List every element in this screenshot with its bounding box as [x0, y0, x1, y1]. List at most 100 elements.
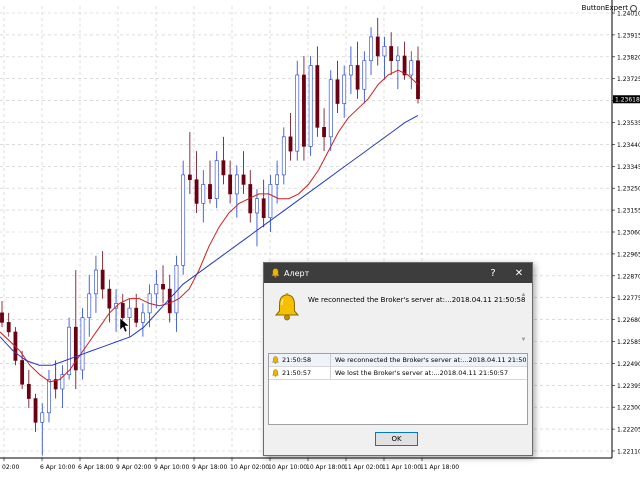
- price-tick-label: 1.22585: [617, 339, 640, 346]
- bull-candle: [174, 265, 179, 314]
- bear-candle: [228, 174, 233, 195]
- bull-candle: [67, 326, 71, 376]
- price-tick-label: 1.22205: [617, 427, 640, 434]
- expert-label: ButtonExpert: [582, 4, 637, 12]
- bear-candle: [416, 60, 420, 100]
- bear-candle: [241, 174, 246, 185]
- dialog-titlebar[interactable]: Алерт ? ✕: [264, 263, 532, 283]
- bull-candle: [342, 74, 347, 104]
- bear-candle: [0, 312, 4, 323]
- price-tick-label: 1.22490: [617, 361, 640, 368]
- price-tick-label: 1.23725: [617, 76, 640, 83]
- bear-candle: [167, 288, 172, 314]
- bell-icon: [272, 356, 279, 364]
- bell-icon: [268, 266, 282, 280]
- bull-candle: [362, 60, 367, 90]
- time-axis: 02:00 6 Apr 10:00 6 Apr 18:00 9 Apr 02:00 9 …: [0, 457, 612, 471]
- price-tick-label: 1.23820: [617, 54, 640, 61]
- price-tick-label: 1.22965: [617, 251, 640, 258]
- bear-candle: [315, 65, 320, 128]
- bear-candle: [161, 284, 165, 290]
- log-time-cell: 21:50:57: [269, 367, 331, 379]
- bear-candle: [107, 288, 112, 309]
- price-tick-label: 1.23440: [617, 142, 640, 149]
- bull-candle: [214, 160, 219, 199]
- bear-candle: [261, 198, 266, 219]
- price-tick-label: 1.22300: [617, 405, 640, 412]
- price-tick-label: 1.22870: [617, 273, 640, 280]
- alert-message: We reconnected the Broker's server at:..…: [308, 296, 526, 304]
- bear-candle: [302, 74, 306, 147]
- current-price-label: 1.23618: [615, 97, 640, 104]
- price-tick-label: 1.23915: [617, 32, 640, 39]
- bull-candle: [395, 55, 400, 62]
- time-tick-label: 9 Apr 02:00: [116, 464, 151, 471]
- expert-name: ButtonExpert: [581, 4, 628, 12]
- time-tick-label: 02:00: [2, 464, 19, 471]
- bull-candle: [87, 293, 92, 318]
- bear-candle: [335, 79, 340, 104]
- message-scrollbar[interactable]: ▲ ▼: [519, 291, 528, 345]
- price-tick-label: 1.22775: [617, 295, 640, 302]
- price-tick-label: 1.22110: [617, 449, 640, 456]
- bear-candle: [221, 160, 226, 176]
- bull-candle: [308, 65, 313, 147]
- time-tick-label: 11 Apr 18:00: [420, 464, 459, 471]
- bull-candle: [154, 284, 159, 295]
- smile-icon: [630, 4, 637, 12]
- bear-candle: [33, 398, 38, 423]
- bear-candle: [355, 65, 360, 90]
- bull-candle: [127, 307, 132, 318]
- bull-candle: [234, 174, 239, 195]
- bull-candle: [40, 412, 45, 423]
- alert-log[interactable]: 21:50:58 We reconnected the Broker's ser…: [268, 353, 528, 425]
- scroll-down-icon[interactable]: ▼: [519, 336, 528, 345]
- ok-button[interactable]: OK: [375, 432, 418, 446]
- price-tick-label: 1.23250: [617, 186, 640, 193]
- bear-candle: [208, 184, 212, 199]
- bear-candle: [134, 307, 139, 323]
- log-row[interactable]: 21:50:57 We lost the Broker's server at:…: [269, 367, 527, 380]
- price-tick-label: 1.23345: [617, 164, 640, 171]
- bull-candle: [80, 317, 85, 371]
- time-tick-label: 11 Apr 10:00: [382, 464, 421, 471]
- log-row[interactable]: 21:50:58 We reconnected the Broker's ser…: [269, 354, 527, 367]
- time-tick-label: 10 Apr 02:00: [230, 464, 269, 471]
- price-tick-label: 1.23060: [617, 230, 640, 237]
- bear-candle: [187, 174, 192, 180]
- close-button[interactable]: ✕: [506, 263, 532, 283]
- bull-candle: [369, 36, 373, 62]
- bull-candle: [295, 74, 300, 152]
- mouse-cursor-icon: [119, 317, 130, 333]
- bear-candle: [20, 360, 25, 385]
- bear-candle: [100, 269, 105, 290]
- bell-icon: [272, 369, 279, 377]
- bull-candle: [94, 269, 98, 295]
- bull-candle: [255, 198, 259, 214]
- time-tick-label: 9 Apr 10:00: [154, 464, 189, 471]
- bull-candle: [268, 184, 273, 219]
- price-axis: 1.240101.239151.238201.237251.236301.235…: [611, 0, 640, 458]
- message-area: We reconnected the Broker's server at:..…: [268, 287, 528, 349]
- scroll-up-icon[interactable]: ▲: [519, 291, 528, 300]
- bull-candle: [201, 184, 206, 204]
- bear-candle: [6, 322, 11, 333]
- bull-candle: [382, 46, 387, 57]
- help-button[interactable]: ?: [480, 263, 506, 283]
- log-time: 21:50:57: [282, 369, 312, 377]
- bell-icon: [274, 293, 300, 326]
- bear-candle: [26, 383, 31, 399]
- bear-candle: [375, 36, 380, 57]
- alert-dialog: Алерт ? ✕ We reconnected the Broker's se…: [263, 262, 533, 456]
- bear-candle: [288, 136, 293, 152]
- bull-candle: [141, 312, 145, 323]
- bull-candle: [275, 174, 279, 185]
- bull-candle: [281, 136, 286, 176]
- price-tick-label: 1.22680: [617, 317, 640, 324]
- bear-candle: [322, 127, 326, 138]
- time-tick-label: 11 Apr 02:00: [344, 464, 383, 471]
- bull-candle: [181, 174, 186, 266]
- log-time-cell: 21:50:58: [269, 354, 331, 366]
- price-tick-label: 1.22395: [617, 383, 640, 390]
- bear-candle: [389, 46, 394, 62]
